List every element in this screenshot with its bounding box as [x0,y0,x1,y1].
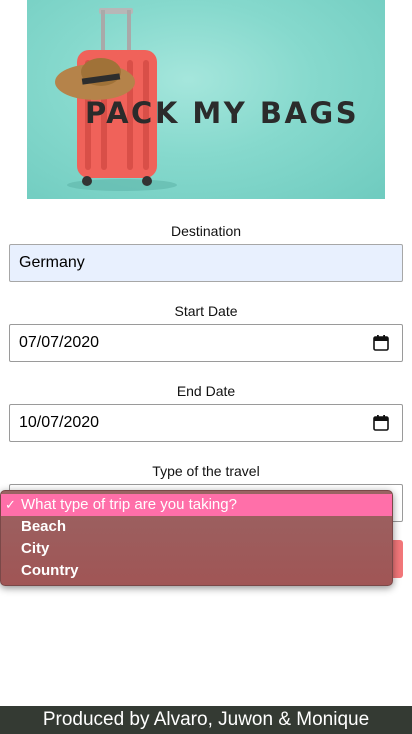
check-icon: ✓ [5,497,16,512]
option-beach[interactable]: Beach [1,516,392,538]
start-date-label: Start Date [174,303,238,319]
option-label: City [21,540,50,557]
option-label: Beach [21,518,67,535]
travel-type-dropdown[interactable]: ✓ What type of trip are you taking? Beac… [0,490,393,586]
destination-label: Destination [170,223,242,239]
option-label: Country [21,562,79,579]
calendar-icon[interactable] [373,335,389,351]
option-label: What type of trip are you taking? [21,496,237,513]
calendar-icon[interactable] [373,415,389,431]
footer-credits: Produced by Alvaro, Juwon & Monique [42,709,370,730]
start-date-value: 07/07/2020 [19,334,100,351]
end-date-label: End Date [176,383,236,399]
hero-title: PACK MY BAGS [85,96,360,130]
travel-type-label: Type of the travel [152,463,260,479]
option-city[interactable]: City [1,538,392,560]
option-country[interactable]: Country [1,560,392,582]
start-date-input[interactable]: 07/07/2020 [9,324,403,362]
end-date-value: 10/07/2020 [19,414,100,431]
end-date-input[interactable]: 10/07/2020 [9,404,403,442]
hero-banner: PACK MY BAGS [27,0,385,199]
destination-input[interactable]: Germany [9,244,403,282]
option-placeholder[interactable]: ✓ What type of trip are you taking? [1,494,392,516]
footer: Produced by Alvaro, Juwon & Monique [0,706,412,734]
